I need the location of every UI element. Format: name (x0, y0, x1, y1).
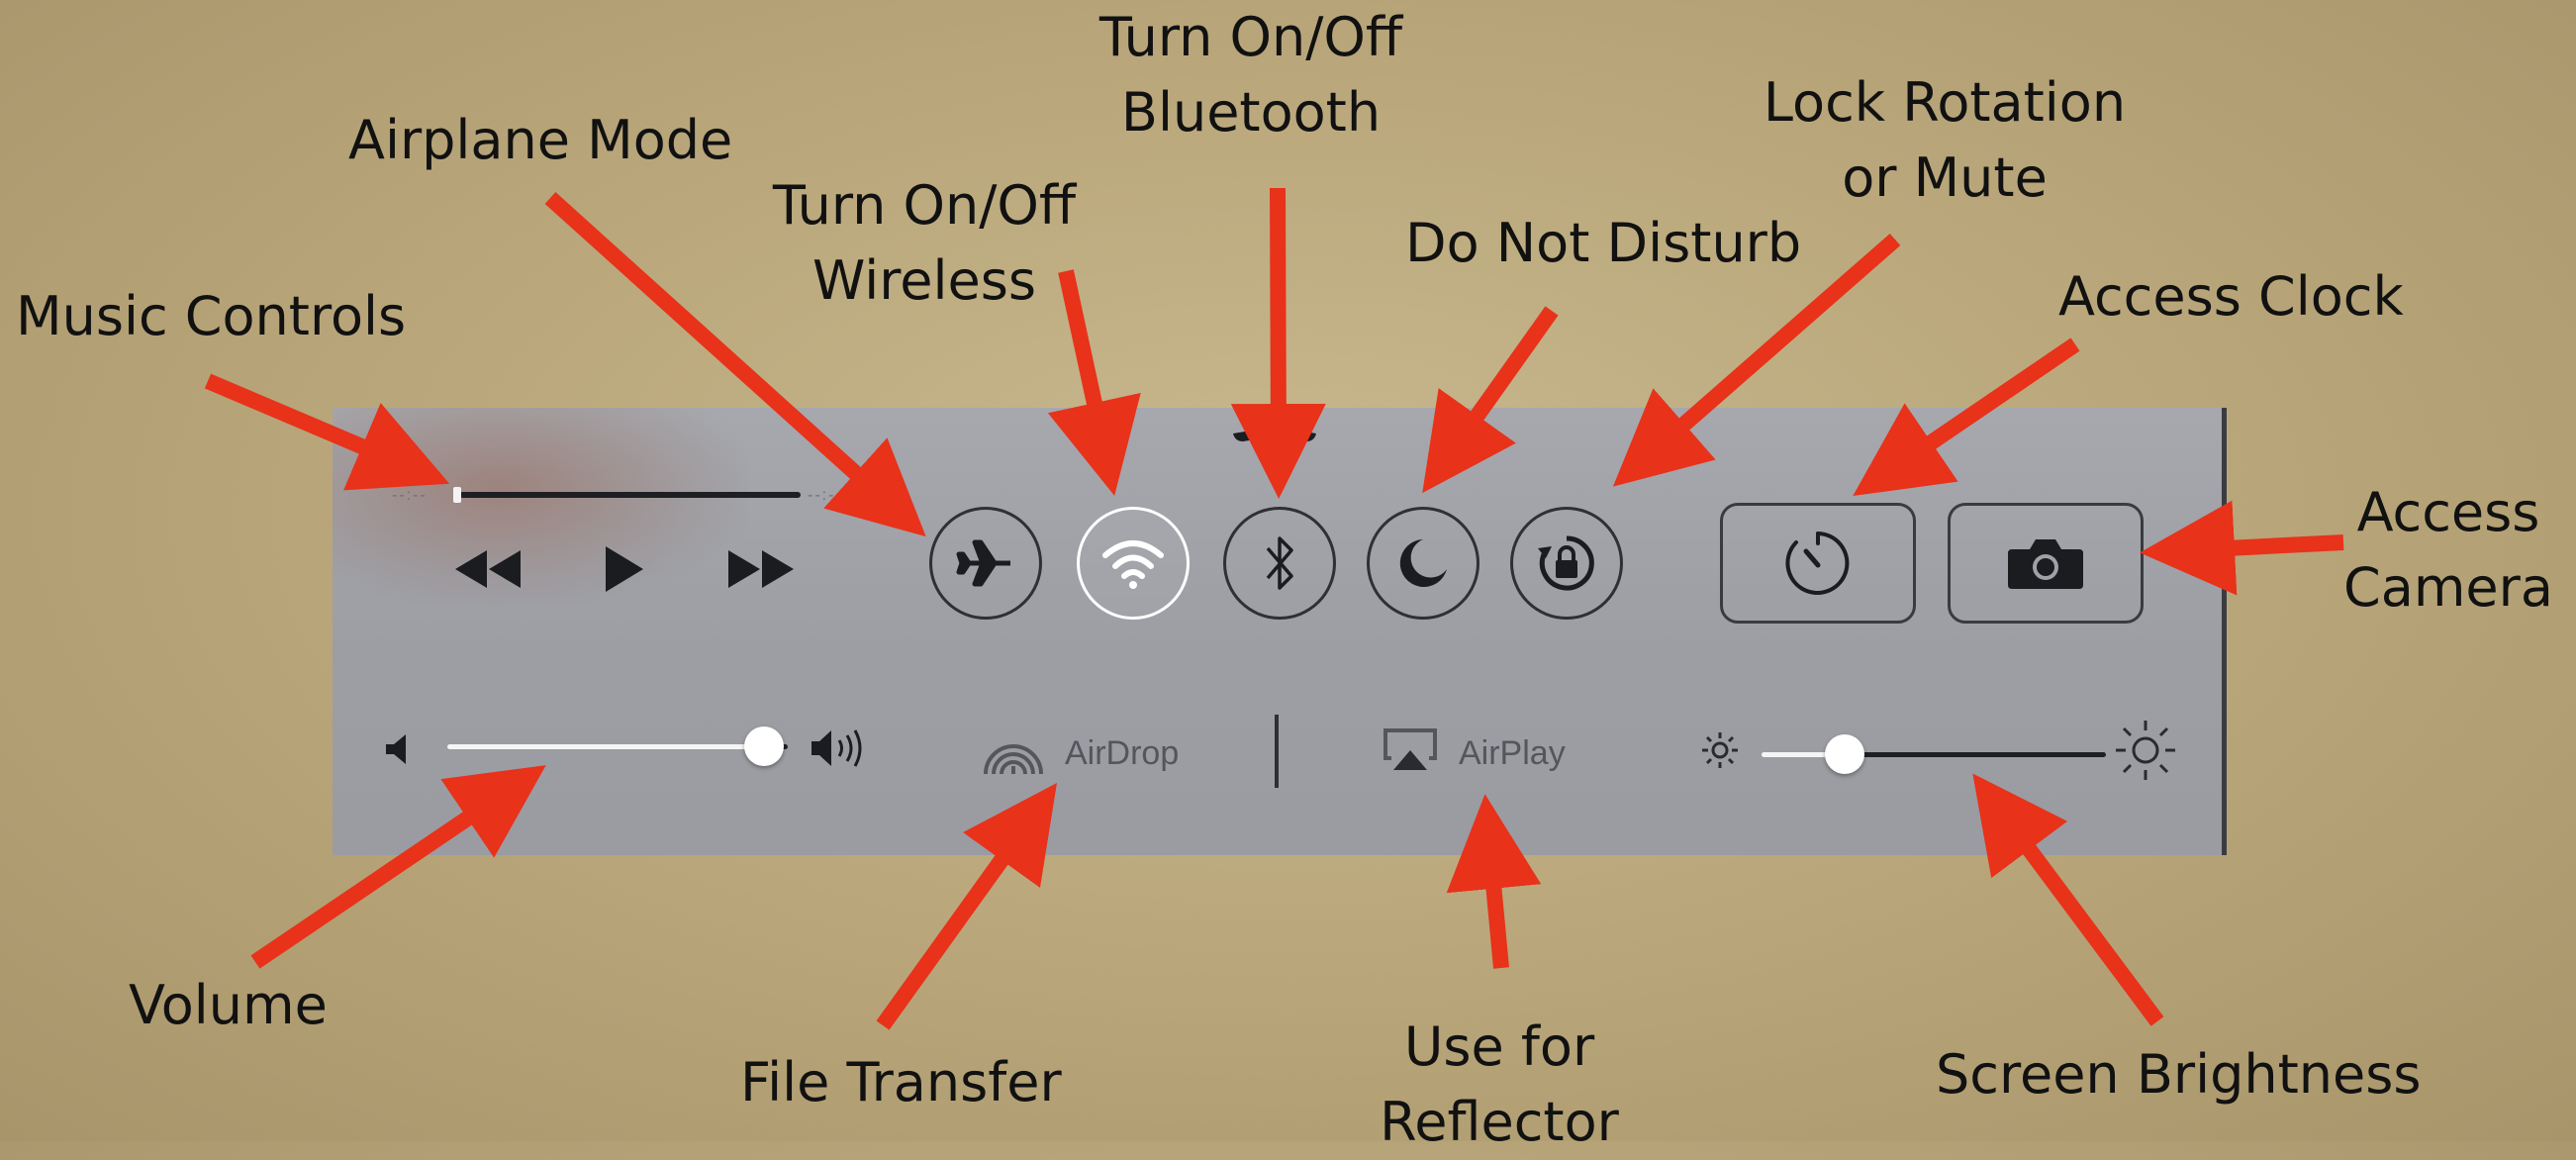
control-center-panel: --:-- --:-- AirDrop AirPlay (333, 408, 2227, 855)
airplay-icon[interactable] (1382, 726, 1439, 774)
airdrop-airplay-divider (1275, 715, 1279, 788)
callout-screen-brightness: Screen Brightness (1936, 1043, 2422, 1106)
rewind-icon[interactable] (451, 546, 525, 592)
fast-forward-icon[interactable] (724, 546, 798, 592)
timer-icon (1785, 532, 1850, 595)
wifi-toggle[interactable] (1077, 507, 1190, 620)
callout-volume: Volume (129, 974, 328, 1036)
timer-button[interactable] (1720, 503, 1916, 624)
callout-wireless-line2: Wireless (812, 249, 1036, 312)
callout-lock-rotation-line2: or Mute (1842, 146, 2048, 209)
do-not-disturb-toggle[interactable] (1367, 507, 1479, 620)
callout-wireless: Turn On/Off Wireless (766, 168, 1083, 319)
annotated-screenshot: --:-- --:-- AirDrop AirPlay Music Contro… (0, 0, 2576, 1153)
moon-icon (1399, 539, 1447, 587)
volume-slider-thumb[interactable] (744, 726, 784, 766)
speaker-high-icon (811, 729, 862, 767)
camera-button[interactable] (1948, 503, 2144, 624)
brightness-slider-track[interactable] (1847, 752, 2106, 757)
callout-lock-rotation: Lock Rotation or Mute (1762, 65, 2128, 216)
callout-reflector-line2: Reflector (1380, 1091, 1619, 1153)
panel-edge (2222, 408, 2227, 855)
callout-access-clock: Access Clock (2058, 265, 2404, 328)
bluetooth-toggle[interactable] (1223, 507, 1336, 620)
bluetooth-icon (1266, 536, 1293, 590)
airdrop-label[interactable]: AirDrop (1065, 734, 1179, 773)
grabber-handle[interactable] (1229, 428, 1320, 449)
callout-reflector: Use for Reflector (1366, 1010, 1633, 1160)
airdrop-icon[interactable] (982, 726, 1045, 778)
sun-large-icon (2116, 721, 2175, 780)
wifi-icon (1102, 540, 1164, 589)
callout-wireless-line1: Turn On/Off (772, 174, 1077, 237)
airplay-label[interactable]: AirPlay (1459, 734, 1566, 773)
sun-small-icon (1702, 732, 1738, 768)
volume-slider-fill[interactable] (447, 744, 766, 749)
rotation-lock-icon (1538, 535, 1594, 591)
camera-icon (2008, 539, 2083, 589)
remaining-time-marker: --:-- (808, 487, 843, 504)
rotation-lock-toggle[interactable] (1510, 507, 1623, 620)
speaker-low-icon (386, 734, 406, 764)
callout-airplane-mode: Airplane Mode (348, 109, 733, 171)
elapsed-time-marker: --:-- (392, 487, 428, 504)
callout-file-transfer: File Transfer (740, 1051, 1062, 1113)
callout-lock-rotation-line1: Lock Rotation (1763, 71, 2127, 134)
album-art-glow (333, 408, 748, 606)
brightness-slider-thumb[interactable] (1825, 734, 1864, 774)
callout-access-camera: Access Camera (2339, 475, 2557, 626)
callout-bluetooth-line2: Bluetooth (1120, 81, 1382, 144)
music-scrubber-thumb[interactable] (453, 487, 461, 503)
callout-access-camera-line2: Camera (2343, 556, 2553, 619)
airplane-mode-toggle[interactable] (929, 507, 1042, 620)
callout-reflector-line1: Use for (1403, 1015, 1595, 1078)
callout-bluetooth: Turn On/Off Bluetooth (1093, 0, 1409, 150)
callout-music-controls: Music Controls (16, 285, 407, 347)
callout-access-camera-line1: Access (2356, 481, 2540, 543)
callout-bluetooth-line1: Turn On/Off (1098, 6, 1403, 68)
arrow-reflector (1446, 794, 1542, 969)
play-icon[interactable] (602, 544, 645, 594)
airplane-icon (956, 539, 1010, 587)
music-scrubber-track[interactable] (459, 492, 801, 498)
callout-do-not-disturb: Do Not Disturb (1405, 212, 1802, 274)
